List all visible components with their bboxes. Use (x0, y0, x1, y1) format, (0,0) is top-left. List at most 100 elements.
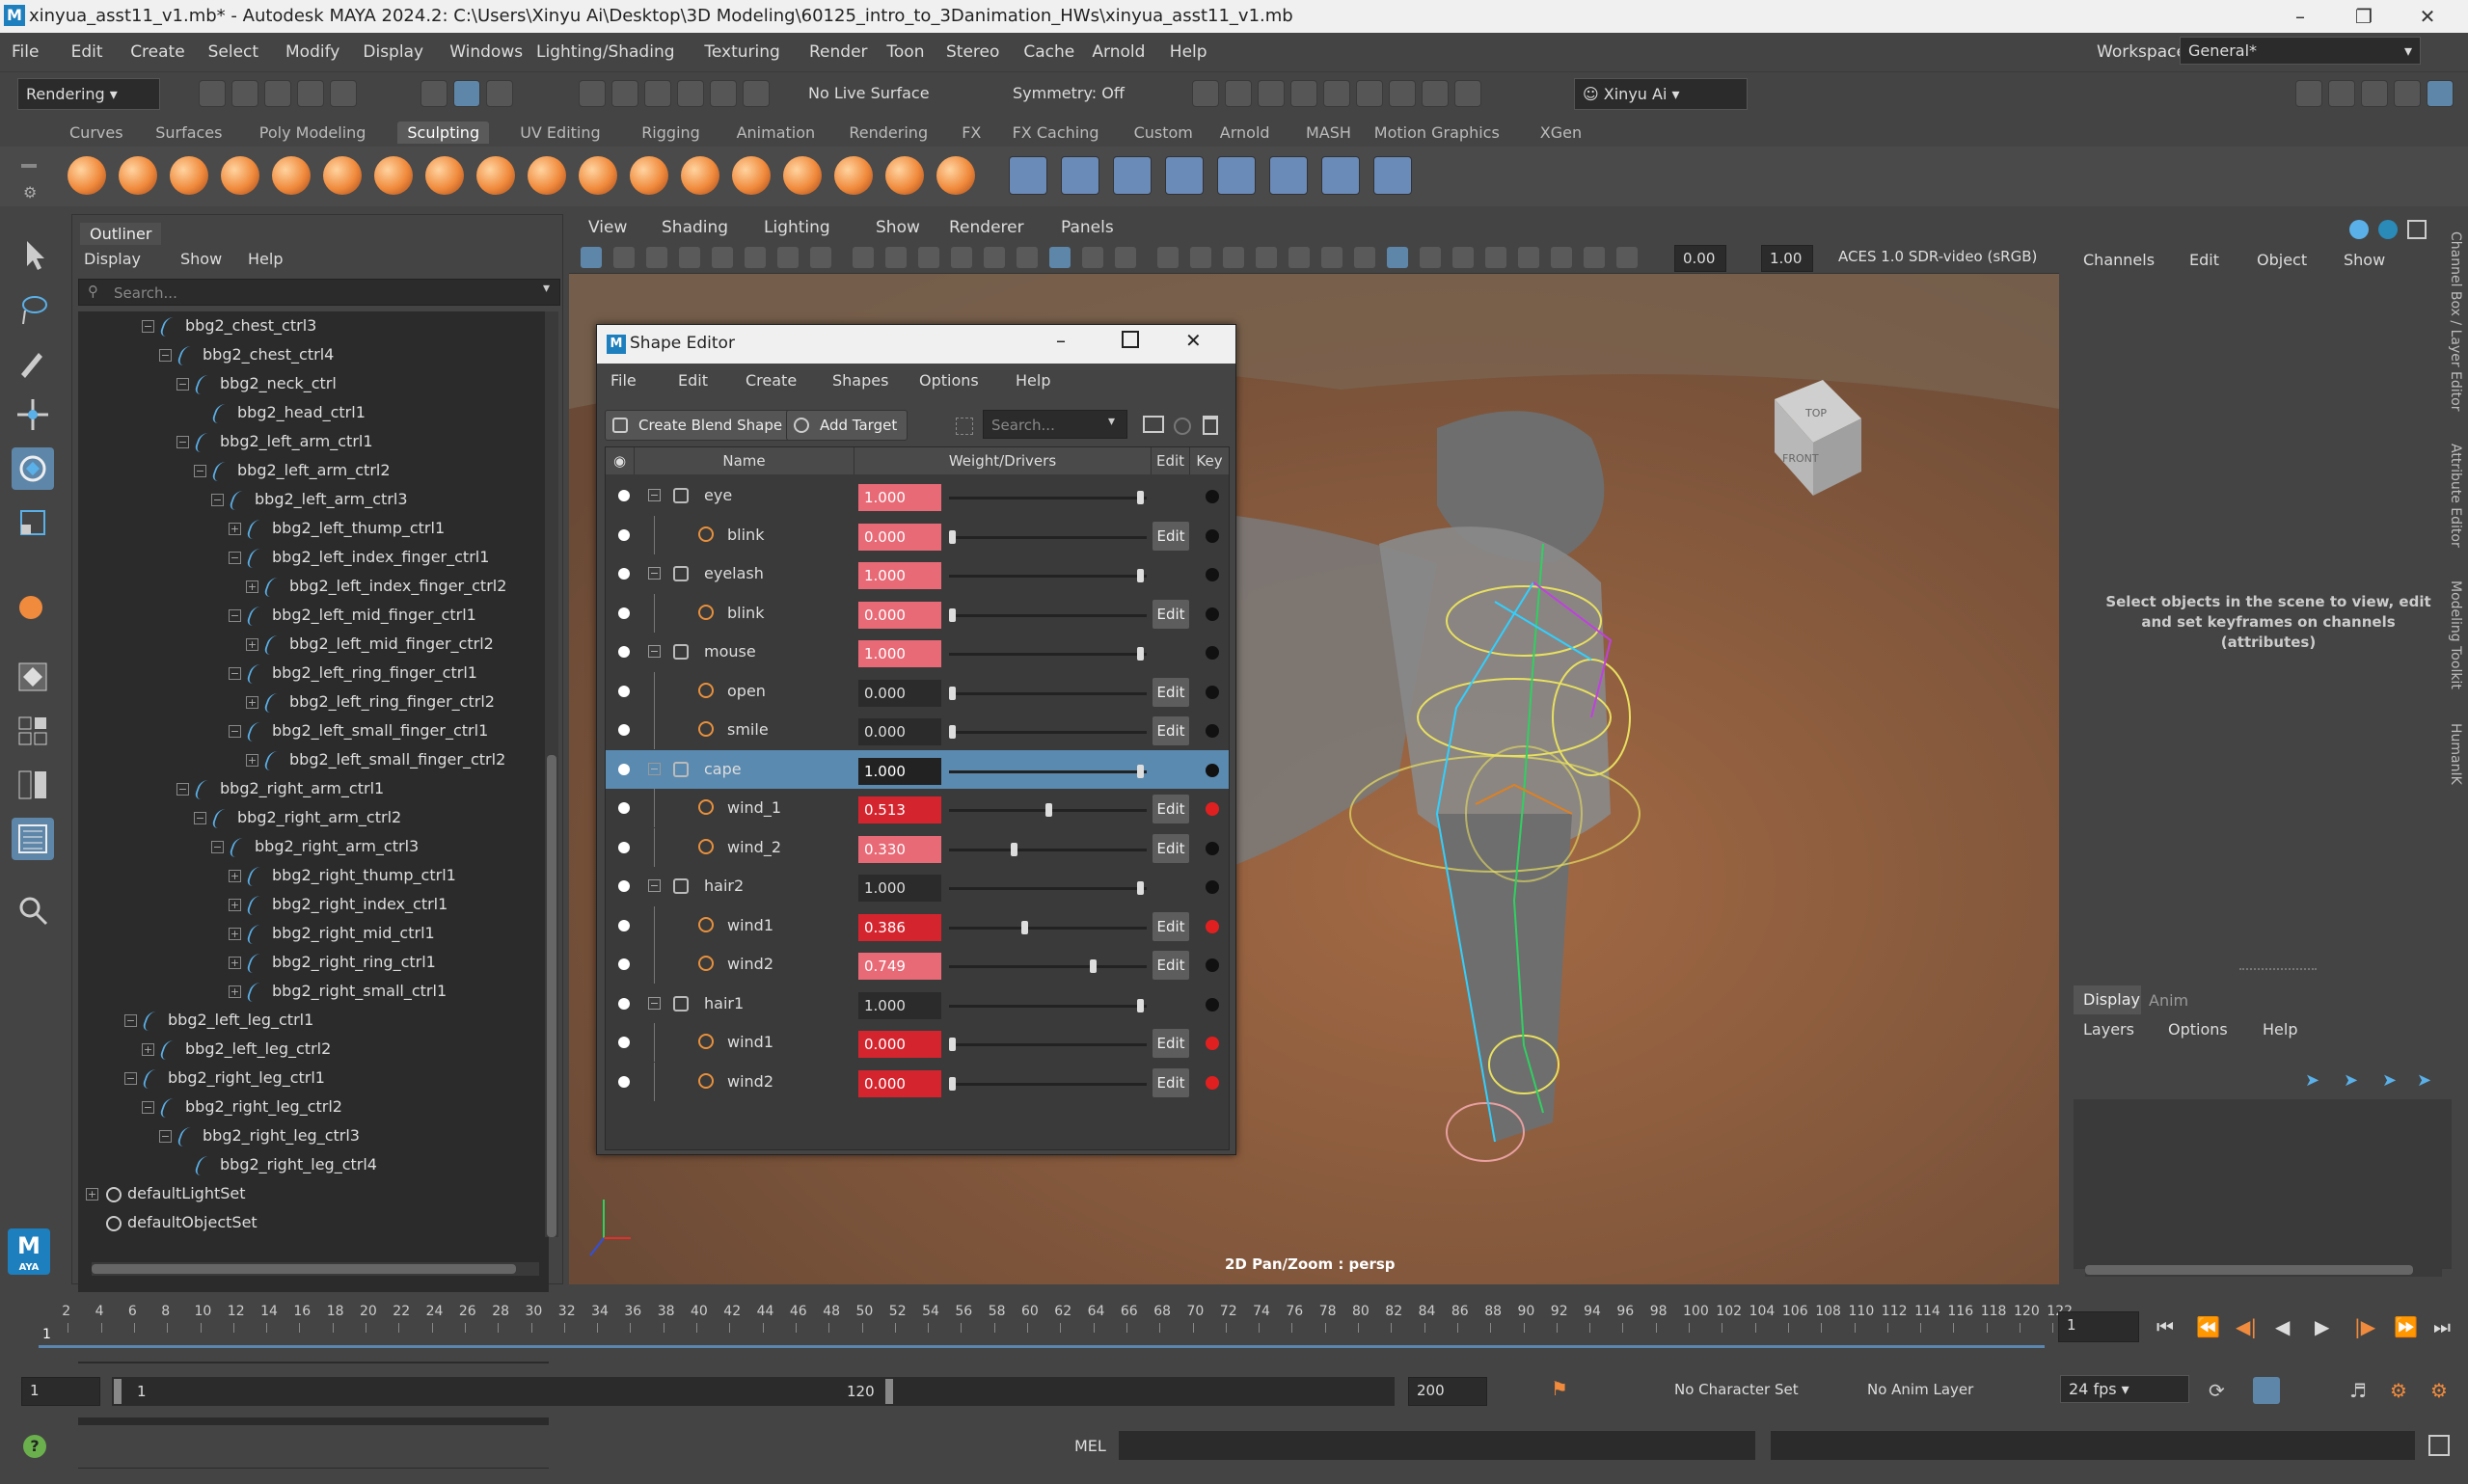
visibility-toggle[interactable] (618, 841, 630, 853)
keyframe-indicator[interactable] (1206, 841, 1219, 855)
viewport-tool-icon[interactable] (1190, 247, 1211, 268)
paint-select-tool-icon[interactable] (12, 341, 54, 384)
range-start-handle[interactable] (114, 1379, 122, 1404)
save-scene-icon[interactable] (264, 80, 291, 107)
grab-brush-icon[interactable] (221, 156, 259, 195)
se-menu-shapes[interactable]: Shapes (832, 371, 888, 390)
collapse-icon[interactable]: − (142, 320, 154, 333)
keyframe-indicator[interactable] (1206, 568, 1219, 581)
start-frame-field[interactable]: 1 (21, 1377, 100, 1406)
tool-settings-icon[interactable] (2394, 80, 2421, 107)
outliner-node[interactable]: − bbg2_left_arm_ctrl2 (194, 456, 391, 485)
anim-prefs-icon[interactable]: ⚙ (2390, 1379, 2407, 1402)
visibility-toggle[interactable] (618, 1037, 630, 1048)
weight-slider-track[interactable] (949, 1043, 1147, 1046)
viewport-tool-icon[interactable] (810, 247, 831, 268)
weight-field[interactable]: 0.330 (858, 835, 941, 863)
blend-group-row[interactable]: − eye 1.000 (606, 476, 1229, 515)
smear-brush-icon[interactable] (783, 156, 822, 195)
outliner-scrollbar[interactable] (545, 311, 558, 1237)
keyframe-indicator[interactable] (1206, 1037, 1219, 1050)
shelf-tab-motion-graphics[interactable]: Motion Graphics (1365, 121, 1509, 144)
single-pane-icon[interactable] (12, 656, 54, 698)
blend-target-row[interactable]: wind_2 0.330 Edit (606, 827, 1229, 867)
menu-file[interactable]: File (12, 42, 39, 62)
near-clip-field[interactable]: 0.00 (1674, 245, 1726, 272)
smooth-brush-icon[interactable] (119, 156, 157, 195)
shelf-tab-fx-caching[interactable]: FX Caching (1003, 121, 1109, 144)
weight-slider-handle[interactable] (1021, 920, 1029, 934)
fps-dropdown[interactable]: 24 fps ▾ (2060, 1375, 2189, 1403)
weight-slider-track[interactable] (949, 497, 1147, 499)
fit-icon[interactable] (1269, 156, 1308, 195)
visibility-toggle[interactable] (618, 802, 630, 814)
viewport-tool-icon[interactable] (1584, 247, 1605, 268)
weight-slider-track[interactable] (949, 965, 1147, 968)
channel-menu-channels[interactable]: Channels (2083, 251, 2155, 269)
shelf-tab-xgen[interactable]: XGen (1531, 121, 1591, 144)
go-to-end-icon[interactable]: ⏭ (2433, 1315, 2451, 1338)
outliner-node[interactable]: + bbg2_left_ring_finger_ctrl2 (246, 688, 495, 716)
new-layer-icon[interactable]: ➤ (2382, 1070, 2397, 1091)
outliner-node[interactable]: − bbg2_left_ring_finger_ctrl1 (229, 659, 477, 688)
weight-field[interactable]: 1.000 (858, 991, 941, 1019)
outliner-node[interactable]: + bbg2_left_small_finger_ctrl2 (246, 745, 505, 774)
outliner-node[interactable]: − bbg2_right_arm_ctrl1 (176, 774, 384, 803)
outliner-layout-icon[interactable] (12, 818, 54, 860)
outliner-node[interactable]: + bbg2_right_mid_ctrl1 (229, 919, 435, 948)
visibility-toggle[interactable] (618, 880, 630, 892)
weight-slider-handle[interactable] (1137, 569, 1144, 582)
render-frame-icon[interactable] (1192, 80, 1219, 107)
outliner-node[interactable]: bbg2_head_ctrl1 (194, 398, 366, 427)
viewport-tool-icon[interactable] (885, 247, 907, 268)
blend-target-row[interactable]: open 0.000 Edit (606, 671, 1229, 711)
viewport-menu-renderer[interactable]: Renderer (949, 218, 1024, 237)
collapse-icon[interactable]: − (176, 436, 189, 448)
outliner-node[interactable]: − bbg2_chest_ctrl4 (159, 340, 334, 369)
amplify-brush-icon[interactable] (885, 156, 924, 195)
blend-target-row[interactable]: blink 0.000 Edit (606, 515, 1229, 554)
snap-grid-icon[interactable] (579, 80, 606, 107)
side-tab-attribute-editor[interactable]: Attribute Editor (2448, 444, 2463, 548)
user-account-dropdown[interactable]: ☺ Xinyu Ai ▾ (1574, 78, 1748, 110)
anim-tab[interactable]: Anim (2149, 991, 2188, 1010)
auto-key-icon[interactable]: ⚑ (1551, 1377, 1568, 1400)
menu-display[interactable]: Display (363, 42, 423, 62)
visibility-toggle[interactable] (618, 724, 630, 736)
menu-toon[interactable]: Toon (886, 42, 924, 62)
outliner-node[interactable]: − bbg2_left_arm_ctrl1 (176, 427, 373, 456)
outliner-node[interactable]: − bbg2_right_arm_ctrl3 (211, 832, 419, 861)
outliner-node[interactable]: − bbg2_chest_ctrl3 (142, 311, 316, 340)
outliner-menu-show[interactable]: Show (180, 250, 222, 268)
weight-slider-handle[interactable] (949, 725, 956, 739)
loop-icon[interactable]: ⟳ (2209, 1379, 2225, 1402)
expand-icon[interactable]: + (86, 1188, 98, 1201)
current-frame-field[interactable]: 1 (2058, 1311, 2139, 1342)
shelf-tab-surfaces[interactable]: Surfaces (146, 121, 231, 144)
channel-box-icon[interactable] (2349, 220, 2369, 239)
collapse-icon[interactable]: − (648, 489, 661, 501)
shelf-tab-rendering[interactable]: Rendering (839, 121, 937, 144)
select-hierarchy-icon[interactable] (420, 80, 447, 107)
weight-slider-handle[interactable] (949, 686, 956, 700)
menu-lighting-shading[interactable]: Lighting/Shading (536, 42, 675, 62)
cloth-icon[interactable] (1373, 156, 1412, 195)
collapse-icon[interactable]: − (124, 1014, 137, 1027)
snap-surface-icon[interactable] (710, 80, 737, 107)
outliner-node[interactable]: + bbg2_right_ring_ctrl1 (229, 948, 436, 977)
shelf-tab-fx[interactable]: FX (952, 121, 990, 144)
blend-target-row[interactable]: wind1 0.000 Edit (606, 1023, 1229, 1062)
visibility-toggle[interactable] (618, 646, 630, 658)
viewport-tool-icon[interactable] (1223, 247, 1244, 268)
keyframe-indicator[interactable] (1206, 802, 1219, 816)
weight-slider-handle[interactable] (1137, 647, 1144, 661)
maya-home-icon[interactable]: M AYA (8, 1228, 50, 1275)
viewport-tool-icon[interactable] (1354, 247, 1375, 268)
sound-icon[interactable]: ♬ (2349, 1379, 2367, 1402)
expand-icon[interactable]: + (142, 1043, 154, 1056)
viewport-tool-icon[interactable] (1256, 247, 1277, 268)
last-tool-icon[interactable] (12, 584, 54, 627)
layer-menu-layers[interactable]: Layers (2083, 1020, 2134, 1039)
weight-slider-track[interactable] (949, 926, 1147, 930)
side-tab-channel-box---layer-editor[interactable]: Channel Box / Layer Editor (2448, 231, 2463, 411)
